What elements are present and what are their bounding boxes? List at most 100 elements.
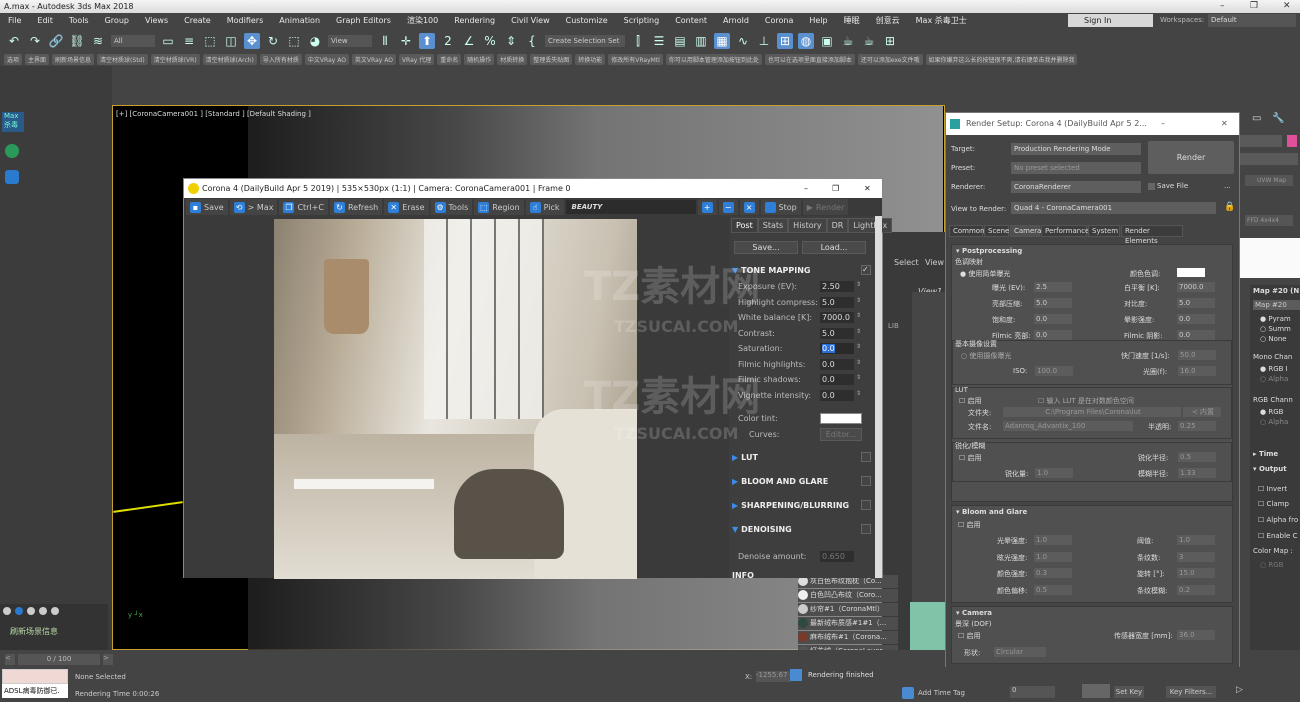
tint-swatch[interactable]	[1177, 268, 1205, 277]
tab-stats[interactable]: Stats	[757, 218, 789, 233]
spinner-icon[interactable]: ⇕	[856, 281, 861, 288]
vfb-render-button[interactable]: ▶ Render	[802, 199, 849, 215]
render-production-icon[interactable]: ☕	[861, 33, 877, 49]
ref-coord-dropdown[interactable]: View	[328, 34, 372, 47]
select-by-name-icon[interactable]: ≡	[181, 33, 197, 49]
rendered-frame-icon[interactable]: ☕	[840, 33, 856, 49]
custom-script-button[interactable]: 材质转换	[497, 54, 528, 65]
bloom-title[interactable]: ▾ Bloom and Glare	[956, 508, 1027, 516]
param-input[interactable]: 15.0	[1177, 568, 1215, 578]
section-enable-checkbox[interactable]	[861, 452, 871, 462]
auto-key-button[interactable]	[1082, 684, 1110, 698]
radio-mono-rgb[interactable]: ● RGB I	[1260, 365, 1288, 373]
vfb-to-max-button[interactable]: ⟲ > Max	[229, 199, 278, 215]
utilities-icon[interactable]: 🔧	[1272, 113, 1284, 124]
dot-icon[interactable]	[3, 607, 11, 615]
shutter-input[interactable]: 50.0	[1178, 350, 1216, 360]
scale-icon[interactable]: ⬚	[286, 33, 302, 49]
param-input[interactable]: 0.0	[820, 343, 854, 354]
param-input[interactable]: 0.5	[1034, 584, 1072, 595]
menu-item[interactable]: Customize	[558, 16, 616, 25]
color-map-rgb-radio[interactable]: ○ RGB	[1260, 561, 1283, 569]
place-icon[interactable]: ◕	[307, 33, 323, 49]
custom-script-button[interactable]: 整理丢失贴图	[530, 54, 573, 65]
vfb-copy-button[interactable]: ❐ Ctrl+C	[279, 199, 328, 215]
ffd-button[interactable]: FFD 4x4x4	[1245, 215, 1293, 226]
target-dropdown[interactable]: Production Rendering Mode	[1011, 143, 1141, 155]
sign-in-button[interactable]: Sign In	[1068, 14, 1153, 27]
use-camera-exposure-radio[interactable]: ○ 使用摄像曝光	[961, 351, 1011, 361]
tab-performance[interactable]: Performance	[1041, 225, 1089, 237]
workspace-dropdown[interactable]: Default	[1208, 14, 1296, 27]
set-key-button[interactable]: Set Key	[1114, 686, 1144, 698]
object-color-swatch[interactable]	[1287, 135, 1297, 147]
sharpen-enable-checkbox[interactable]: ☐ 启用	[959, 453, 982, 463]
tab-history[interactable]: History	[788, 218, 827, 233]
spinner-icon[interactable]: ⇕	[856, 297, 861, 304]
viewport-label[interactable]: [+] [CoronaCamera001 ] [Standard ] [Defa…	[116, 110, 311, 118]
schematic-view-icon[interactable]: ⊞	[777, 32, 793, 49]
render-button[interactable]: Render	[1148, 141, 1234, 174]
rs-minimize-button[interactable]: –	[1161, 113, 1165, 135]
maxscript-listener[interactable]	[2, 669, 68, 684]
param-input[interactable]: 0.0	[1177, 314, 1215, 324]
radio-none[interactable]: ○ None	[1260, 335, 1287, 343]
simple-exposure-radio[interactable]: ● 使用简单曝光	[960, 269, 1010, 279]
menu-item[interactable]: Content	[667, 16, 715, 25]
custom-script-button[interactable]: 也可以在选项里面直接添加脚本	[764, 54, 855, 65]
section-enable-checkbox[interactable]	[861, 500, 871, 510]
tab-camera[interactable]: Camera	[1010, 225, 1041, 237]
vfb-stop-button[interactable]: Stop	[760, 199, 801, 215]
fstop-input[interactable]: 16.0	[1178, 366, 1216, 376]
custom-script-button[interactable]: 选项	[4, 54, 23, 65]
custom-script-button[interactable]: 清空材质球(Std)	[97, 54, 148, 65]
lock-icon[interactable]: 🔒	[1224, 202, 1235, 212]
spinner-icon[interactable]: ⇕	[856, 374, 861, 381]
custom-script-button[interactable]: VRay 代理	[398, 54, 435, 65]
tone-mapping-header[interactable]: ▼ TONE MAPPING	[732, 266, 810, 275]
time-next-button[interactable]: >	[103, 654, 113, 665]
tab-post[interactable]: Post	[731, 218, 758, 233]
menu-item[interactable]: Corona	[757, 16, 801, 25]
param-input[interactable]: 0.0	[820, 374, 854, 385]
menu-item[interactable]: Group	[97, 16, 137, 25]
param-input[interactable]: 7000.0	[1177, 282, 1215, 292]
menu-item[interactable]: File	[0, 16, 29, 25]
alpha-from-checkbox[interactable]: ☐ Alpha fro	[1258, 516, 1298, 524]
param-input[interactable]: 0.0	[1177, 330, 1215, 340]
uvw-map-button[interactable]: UVW Map	[1245, 175, 1293, 186]
vfb-panel-scrollbar[interactable]	[875, 216, 882, 578]
pivot-icon[interactable]: ⫴	[377, 33, 393, 49]
menu-item[interactable]: 睡眠	[836, 15, 868, 26]
spinner-icon[interactable]: ⇕	[856, 343, 861, 350]
renderer-dropdown[interactable]: CoronaRenderer	[1011, 181, 1141, 193]
lut-file-dropdown[interactable]: Adanmq_Advantix_100	[1003, 421, 1133, 431]
minimize-button[interactable]: –	[1220, 0, 1225, 13]
lut-enable-checkbox[interactable]: ☐ 启用	[959, 396, 982, 406]
param-input[interactable]: 0.0	[1034, 330, 1072, 340]
angle-snap-icon[interactable]: ∠	[461, 33, 477, 49]
dot-icon[interactable]	[27, 607, 35, 615]
param-input[interactable]: 2.50	[820, 281, 854, 292]
manipulate-icon[interactable]: ✛	[398, 33, 414, 49]
section-header[interactable]: ▶ LUT	[732, 453, 758, 462]
display-icon[interactable]: ▭	[1252, 113, 1261, 124]
curve-editor-icon[interactable]: ∿	[735, 33, 751, 49]
spinner-snap-icon[interactable]: ⇕	[503, 33, 519, 49]
render-setup-icon[interactable]: ▣	[819, 33, 835, 49]
custom-script-button[interactable]: 转换功能	[575, 54, 606, 65]
section-header[interactable]: ▶ BLOOM AND GLARE	[732, 477, 828, 486]
vfb-save-button[interactable]: ▪ Save	[186, 199, 228, 215]
vfb-pick-button[interactable]: ☝ Pick	[525, 199, 564, 215]
lut-builtin-button[interactable]: < 内置	[1183, 407, 1221, 417]
undo-icon[interactable]: ↶	[6, 33, 22, 49]
spinner-icon[interactable]: ⇕	[856, 390, 861, 397]
vfb-minimize-button[interactable]: –	[804, 179, 808, 198]
close-button[interactable]: ✕	[1283, 0, 1291, 13]
param-input[interactable]: 0.3	[1034, 568, 1072, 578]
modifier-list-dropdown[interactable]	[1240, 153, 1298, 165]
custom-script-button[interactable]: 还可以添加exe文件哦	[857, 54, 923, 65]
spinner-icon[interactable]: ⇕	[856, 312, 861, 319]
x-coord-field[interactable]: -1255.67	[756, 671, 791, 682]
radio-pyramid[interactable]: ● Pyram	[1260, 315, 1291, 323]
